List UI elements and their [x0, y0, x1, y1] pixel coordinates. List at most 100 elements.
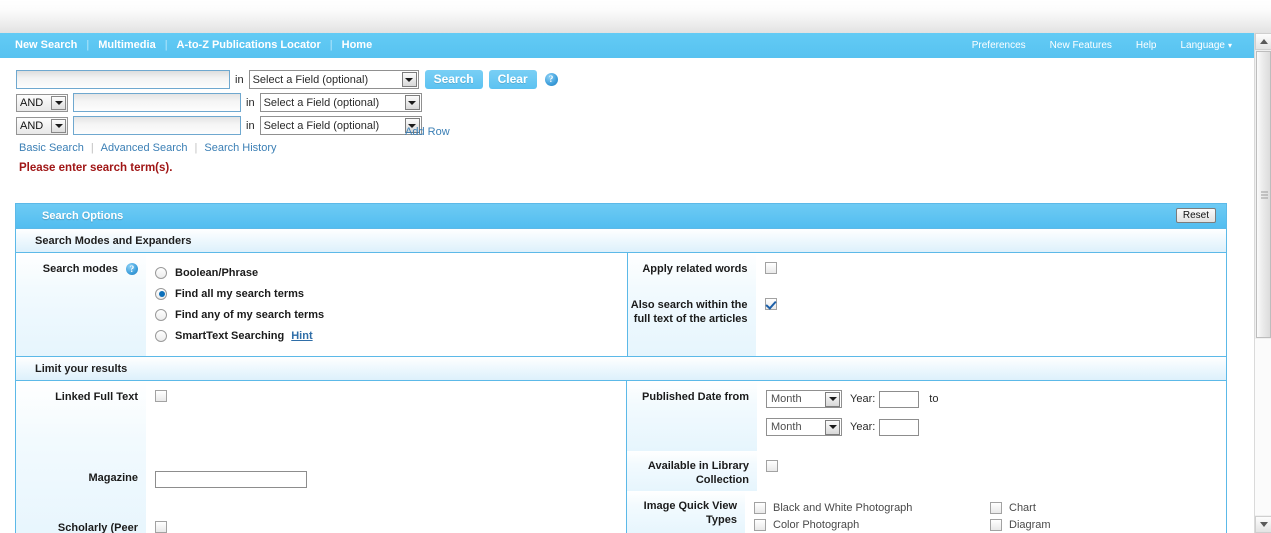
- month-select-to[interactable]: Month: [766, 418, 842, 436]
- nav-item-multimedia[interactable]: Multimedia: [89, 33, 164, 58]
- checkbox-scholarly-peer-reviewed-journals[interactable]: [155, 521, 167, 533]
- search-modes-right-column: Apply related words Also search within t…: [627, 253, 1226, 356]
- help-icon[interactable]: ?: [544, 73, 558, 86]
- published-date-row: Published Date from Month Year: to Month…: [627, 381, 1226, 451]
- section-header-limit-results: Limit your results: [16, 356, 1226, 381]
- field-select-1[interactable]: Select a Field (optional): [248, 70, 419, 89]
- link-divider: |: [90, 142, 94, 154]
- section-header-search-modes: Search Modes and Expanders: [16, 228, 1226, 253]
- apply-related-words-label: Apply related words: [642, 263, 748, 275]
- scholarly-journals-control: [155, 489, 626, 533]
- year-label-from: Year:: [850, 393, 876, 405]
- search-button[interactable]: Search: [424, 70, 483, 89]
- scroll-down-button[interactable]: [1255, 516, 1271, 533]
- chevron-down-icon: [404, 95, 420, 110]
- iqv-row-diagram[interactable]: Diagram: [990, 516, 1226, 533]
- clear-button[interactable]: Clear: [488, 70, 537, 89]
- label-chart: Chart: [1009, 501, 1036, 514]
- search-row-1: in Select a Field (optional) Search Clea…: [16, 68, 558, 91]
- vertical-scrollbar[interactable]: [1254, 33, 1271, 533]
- nav-item-help[interactable]: Help: [1124, 33, 1169, 58]
- image-quick-view-row: Image Quick View Types Black and White P…: [627, 491, 1226, 533]
- link-divider: |: [194, 142, 198, 154]
- boolean-operator-select-3[interactable]: AND: [16, 116, 68, 135]
- radio-smarttext-searching[interactable]: [155, 329, 167, 342]
- image-quick-view-label: Image Quick View Types: [627, 491, 745, 533]
- in-label-3: in: [246, 119, 255, 132]
- scrollbar-track[interactable]: [1255, 339, 1271, 515]
- available-in-library-label: Available in Library Collection: [627, 451, 757, 491]
- nav-item-a-to-z-publications-locator[interactable]: A-to-Z Publications Locator: [168, 33, 330, 58]
- image-quick-view-controls: Black and White Photograph Color Photogr…: [745, 491, 1226, 533]
- search-modes-label-cell: Search modes ?: [16, 253, 146, 356]
- nav-item-language[interactable]: Language ▾: [1168, 33, 1244, 58]
- image-quick-view-column-2: Chart Diagram: [990, 499, 1226, 533]
- scroll-up-button[interactable]: [1255, 33, 1271, 50]
- radio-label-boolean-phrase: Boolean/Phrase: [175, 266, 259, 279]
- iqv-row-bw-photograph[interactable]: Black and White Photograph: [754, 499, 990, 516]
- radio-row-smarttext[interactable]: SmartText Searching Hint: [155, 325, 627, 346]
- published-date-label: Published Date from: [627, 381, 757, 451]
- link-basic-search[interactable]: Basic Search: [19, 142, 84, 154]
- nav-item-language-label: Language: [1180, 40, 1225, 51]
- checkbox-chart[interactable]: [990, 501, 1002, 514]
- radio-label-find-all: Find all my search terms: [175, 287, 304, 300]
- search-term-input-1[interactable]: [16, 70, 230, 89]
- checkbox-diagram[interactable]: [990, 518, 1002, 531]
- search-options-title: Search Options: [42, 210, 124, 222]
- radio-find-any-of-my-search-terms[interactable]: [155, 308, 167, 321]
- add-row-link[interactable]: Add Row: [405, 126, 450, 138]
- search-modes-radio-group: Boolean/Phrase Find all my search terms …: [146, 253, 627, 356]
- nav-item-preferences[interactable]: Preferences: [960, 33, 1038, 58]
- magazine-input[interactable]: [155, 471, 307, 488]
- checkbox-linked-full-text[interactable]: [155, 390, 167, 403]
- label-color-photograph: Color Photograph: [773, 518, 860, 531]
- search-row-2: AND in Select a Field (optional): [16, 91, 422, 114]
- label-black-and-white-photograph: Black and White Photograph: [773, 501, 913, 514]
- also-search-full-text-label: Also search within the full text of the …: [630, 299, 748, 325]
- link-search-history[interactable]: Search History: [204, 142, 276, 154]
- year-input-to[interactable]: [879, 418, 920, 436]
- radio-row-boolean-phrase[interactable]: Boolean/Phrase: [155, 262, 627, 283]
- search-row-3: AND in Select a Field (optional): [16, 114, 422, 137]
- date-to-label: to: [929, 393, 939, 405]
- field-select-3[interactable]: Select a Field (optional): [259, 116, 422, 135]
- radio-boolean-phrase[interactable]: [155, 266, 167, 279]
- checkbox-color-photograph[interactable]: [754, 518, 766, 531]
- field-select-2[interactable]: Select a Field (optional): [259, 93, 422, 112]
- error-message: Please enter search term(s).: [19, 162, 173, 174]
- nav-item-new-features[interactable]: New Features: [1038, 33, 1124, 58]
- checkbox-available-in-library-collection[interactable]: [766, 460, 778, 473]
- limit-left-controls: [146, 381, 626, 533]
- scrollbar-thumb[interactable]: [1256, 51, 1271, 338]
- checkbox-also-search-full-text[interactable]: [764, 298, 777, 311]
- chevron-down-icon: [825, 391, 840, 407]
- radio-row-find-any[interactable]: Find any of my search terms: [155, 304, 627, 325]
- search-term-input-3[interactable]: [73, 116, 241, 135]
- reset-button[interactable]: Reset: [1175, 208, 1216, 223]
- field-select-1-value: Select a Field (optional): [252, 73, 369, 86]
- iqv-row-chart[interactable]: Chart: [990, 499, 1226, 516]
- section-body-search-modes: Search modes ? Boolean/Phrase Find all m…: [16, 253, 1226, 356]
- top-navigation-bar: New Search | Multimedia | A-to-Z Publica…: [0, 33, 1254, 58]
- nav-right-group: Preferences New Features Help Language ▾: [960, 33, 1244, 58]
- search-term-input-2[interactable]: [73, 93, 241, 112]
- smarttext-hint-link[interactable]: Hint: [291, 330, 312, 342]
- nav-item-home[interactable]: Home: [333, 33, 382, 58]
- nav-item-new-search[interactable]: New Search: [6, 33, 86, 58]
- checkbox-black-and-white-photograph[interactable]: [754, 501, 766, 514]
- magazine-control: [155, 418, 626, 489]
- radio-find-all-my-search-terms[interactable]: [155, 287, 167, 300]
- search-options-header: Search Options Reset: [16, 204, 1226, 228]
- help-icon[interactable]: ?: [126, 263, 138, 275]
- checkbox-apply-related-words[interactable]: [764, 262, 777, 275]
- radio-row-find-all[interactable]: Find all my search terms: [155, 283, 627, 304]
- iqv-row-color-photograph[interactable]: Color Photograph: [754, 516, 990, 533]
- expanders-label-cell: Apply related words Also search within t…: [627, 253, 756, 356]
- link-advanced-search[interactable]: Advanced Search: [101, 142, 188, 154]
- year-input-from[interactable]: [879, 390, 920, 408]
- page-root: New Search | Multimedia | A-to-Z Publica…: [0, 0, 1271, 533]
- month-select-from[interactable]: Month: [766, 390, 842, 408]
- browser-chrome-strip: [0, 0, 1271, 33]
- boolean-operator-select-2[interactable]: AND: [16, 93, 68, 112]
